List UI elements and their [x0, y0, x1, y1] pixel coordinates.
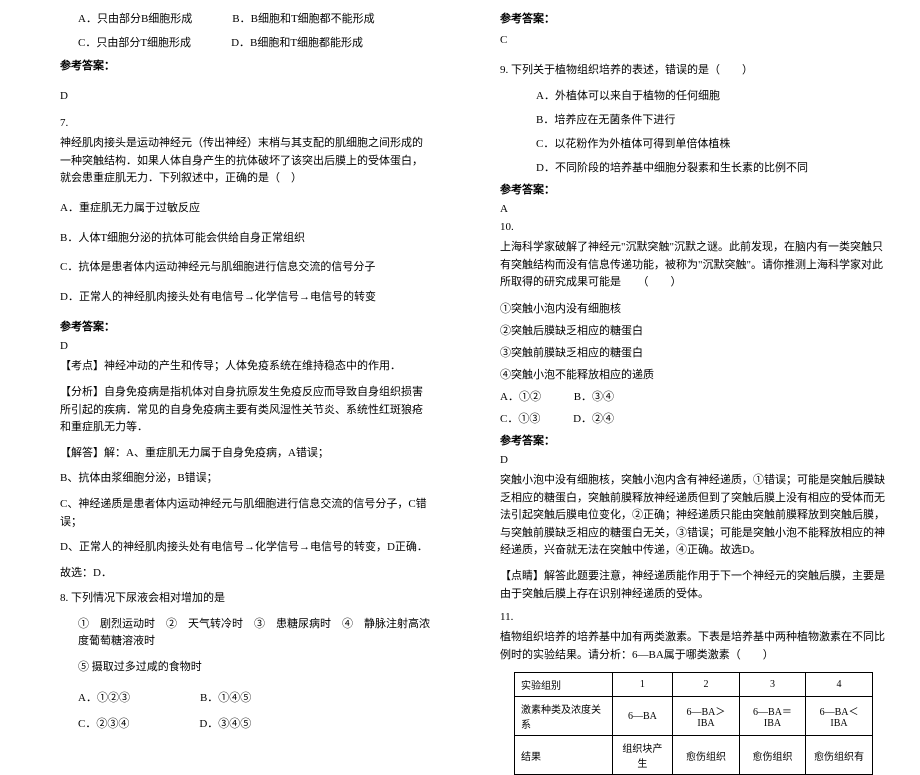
q10-opt-a: A．①② — [500, 388, 541, 404]
jieda-4: D、正常人的神经肌肉接头处有电信号→化学信号→电信号的转变，D正确． — [60, 539, 430, 557]
option-b: B．B细胞和T细胞都不能形成 — [232, 10, 374, 26]
table-row: 实验组别 1 2 3 4 — [515, 673, 873, 697]
r2c2: 6—BA — [612, 697, 673, 736]
q7-option-b: B．人体T细胞分泌的抗体可能会供给自身正常组织 — [60, 230, 430, 248]
r3c1: 结果 — [515, 736, 613, 775]
q10-opt-c: C．①③ — [500, 410, 540, 426]
option-c: C．只由部分T细胞形成 — [78, 34, 191, 50]
q10-opt-d: D．②④ — [573, 410, 614, 426]
q11-number: 11. — [500, 611, 890, 623]
table-row: 结果 组织块产生 愈伤组织 愈伤组织 愈伤组织有 — [515, 736, 873, 775]
jieda-2: B、抗体由浆细胞分泌，B错误； — [60, 470, 430, 488]
th-5: 4 — [806, 673, 873, 697]
q10-c1: ①突触小泡内没有细胞核 — [500, 300, 890, 316]
jieda-1: 【解答】解：A、重症肌无力属于自身免疫病，A错误； — [60, 445, 430, 463]
r3c3: 愈伤组织 — [673, 736, 740, 775]
q10-c4: ④突触小泡不能释放相应的递质 — [500, 366, 890, 382]
q8-opt-c: C．②③④ — [78, 715, 129, 731]
table-row: 激素种类及浓度关系 6—BA 6—BA＞IBA 6—BA＝IBA 6—BA＜IB… — [515, 697, 873, 736]
th-4: 3 — [739, 673, 806, 697]
r2c3: 6—BA＞IBA — [673, 697, 740, 736]
r3c4: 愈伤组织 — [739, 736, 806, 775]
r2c5: 6—BA＜IBA — [806, 697, 873, 736]
option-d: D．B细胞和T细胞都能形成 — [231, 34, 363, 50]
q9-opt-b: B．培养应在无菌条件下进行 — [536, 111, 675, 127]
q7-option-a: A．重症肌无力属于过敏反应 — [60, 200, 430, 218]
th-1: 实验组别 — [515, 673, 613, 697]
q9-stem: 9. 下列关于植物组织培养的表述，错误的是（ ） — [500, 62, 890, 80]
q8-stem: 下列情况下尿液会相对增加的是 — [71, 592, 225, 604]
q7-number: 7. — [60, 117, 430, 129]
q11-table: 实验组别 1 2 3 4 激素种类及浓度关系 6—BA 6—BA＞IBA 6—B… — [514, 672, 873, 775]
q8-line: 8. 下列情况下尿液会相对增加的是 — [60, 590, 430, 608]
q7-answer: D — [60, 340, 430, 352]
q10-ans-label: 参考答案： — [500, 432, 890, 448]
q8-opt-b: B．①④⑤ — [200, 689, 251, 705]
q7-stem: 神经肌肉接头是运动神经元（传出神经）末梢与其支配的肌细胞之间形成的一种突触结构．… — [60, 135, 430, 188]
q10-opt-b: B．③④ — [574, 388, 614, 404]
q9-ans: A — [500, 203, 890, 215]
q10-c2: ②突触后膜缺乏相应的糖蛋白 — [500, 322, 890, 338]
q9-opt-c: C．以花粉作为外植体可得到单倍体植株 — [536, 135, 730, 151]
q10-c3: ③突触前膜缺乏相应的糖蛋白 — [500, 344, 890, 360]
q8-choices-2: ⑤ 摄取过多过咸的食物时 — [60, 659, 430, 677]
fenxi: 【分析】自身免疫病是指机体对自身抗原发生免疫反应而导致自身组织损害所引起的疾病．… — [60, 384, 430, 437]
q9-opt-d: D．不同阶段的培养基中细胞分裂素和生长素的比例不同 — [500, 159, 890, 175]
option-a: A．只由部分B细胞形成 — [78, 10, 192, 26]
r3c2: 组织块产生 — [612, 736, 673, 775]
r3c5: 愈伤组织有 — [806, 736, 873, 775]
q10-stem: 上海科学家破解了神经元"沉默突触"沉默之谜。此前发现，在脑内有一类突触只有突触结… — [500, 239, 890, 292]
q10-dianjing: 【点睛】解答此题要注意，神经递质能作用于下一个神经元的突触后膜，主要是由于突触后… — [500, 568, 890, 603]
th-2: 1 — [612, 673, 673, 697]
right-column: 参考答案： C 9. 下列关于植物组织培养的表述，错误的是（ ） A．外植体可以… — [460, 0, 920, 651]
answer-label: 参考答案： — [60, 58, 430, 76]
q9-ans-label: 参考答案： — [500, 181, 890, 197]
q7-option-c: C．抗体是患者体内运动神经元与肌细胞进行信息交流的信号分子 — [60, 259, 430, 277]
r2c4: 6—BA＝IBA — [739, 697, 806, 736]
ans-c: C — [500, 32, 890, 50]
th-3: 2 — [673, 673, 740, 697]
q10-number: 10. — [500, 221, 890, 233]
jieda-5: 故选：D． — [60, 565, 430, 583]
answer-value: D — [60, 88, 430, 106]
left-column: A．只由部分B细胞形成 B．B细胞和T细胞都不能形成 C．只由部分T细胞形成 D… — [0, 0, 460, 651]
kaodian: 【考点】神经冲动的产生和传导；人体免疫系统在维持稳态中的作用． — [60, 358, 430, 376]
q7-answer-label: 参考答案： — [60, 318, 430, 334]
q8-number: 8. — [60, 592, 68, 604]
ans-label-r1: 参考答案： — [500, 10, 890, 26]
q8-opt-d: D．③④⑤ — [199, 715, 251, 731]
q11-stem: 植物组织培养的培养基中加有两类激素。下表是培养基中两种植物激素在不同比例时的实验… — [500, 629, 890, 664]
q10-explain: 突触小泡中没有细胞核，突触小泡内含有神经递质，①错误；可能是突触后膜缺乏相应的糖… — [500, 472, 890, 560]
q8-opt-a: A．①②③ — [78, 689, 130, 705]
q10-ans: D — [500, 454, 890, 466]
q9-opt-a: A．外植体可以来自于植物的任何细胞 — [536, 87, 720, 103]
r2c1: 激素种类及浓度关系 — [515, 697, 613, 736]
q7-option-d: D．正常人的神经肌肉接头处有电信号→化学信号→电信号的转变 — [60, 289, 430, 307]
jieda-3: C、神经递质是患者体内运动神经元与肌细胞进行信息交流的信号分子，C错误； — [60, 496, 430, 531]
q8-choices-1: ① 剧烈运动时 ② 天气转冷时 ③ 患糖尿病时 ④ 静脉注射高浓度葡萄糖溶液时 — [60, 616, 430, 651]
